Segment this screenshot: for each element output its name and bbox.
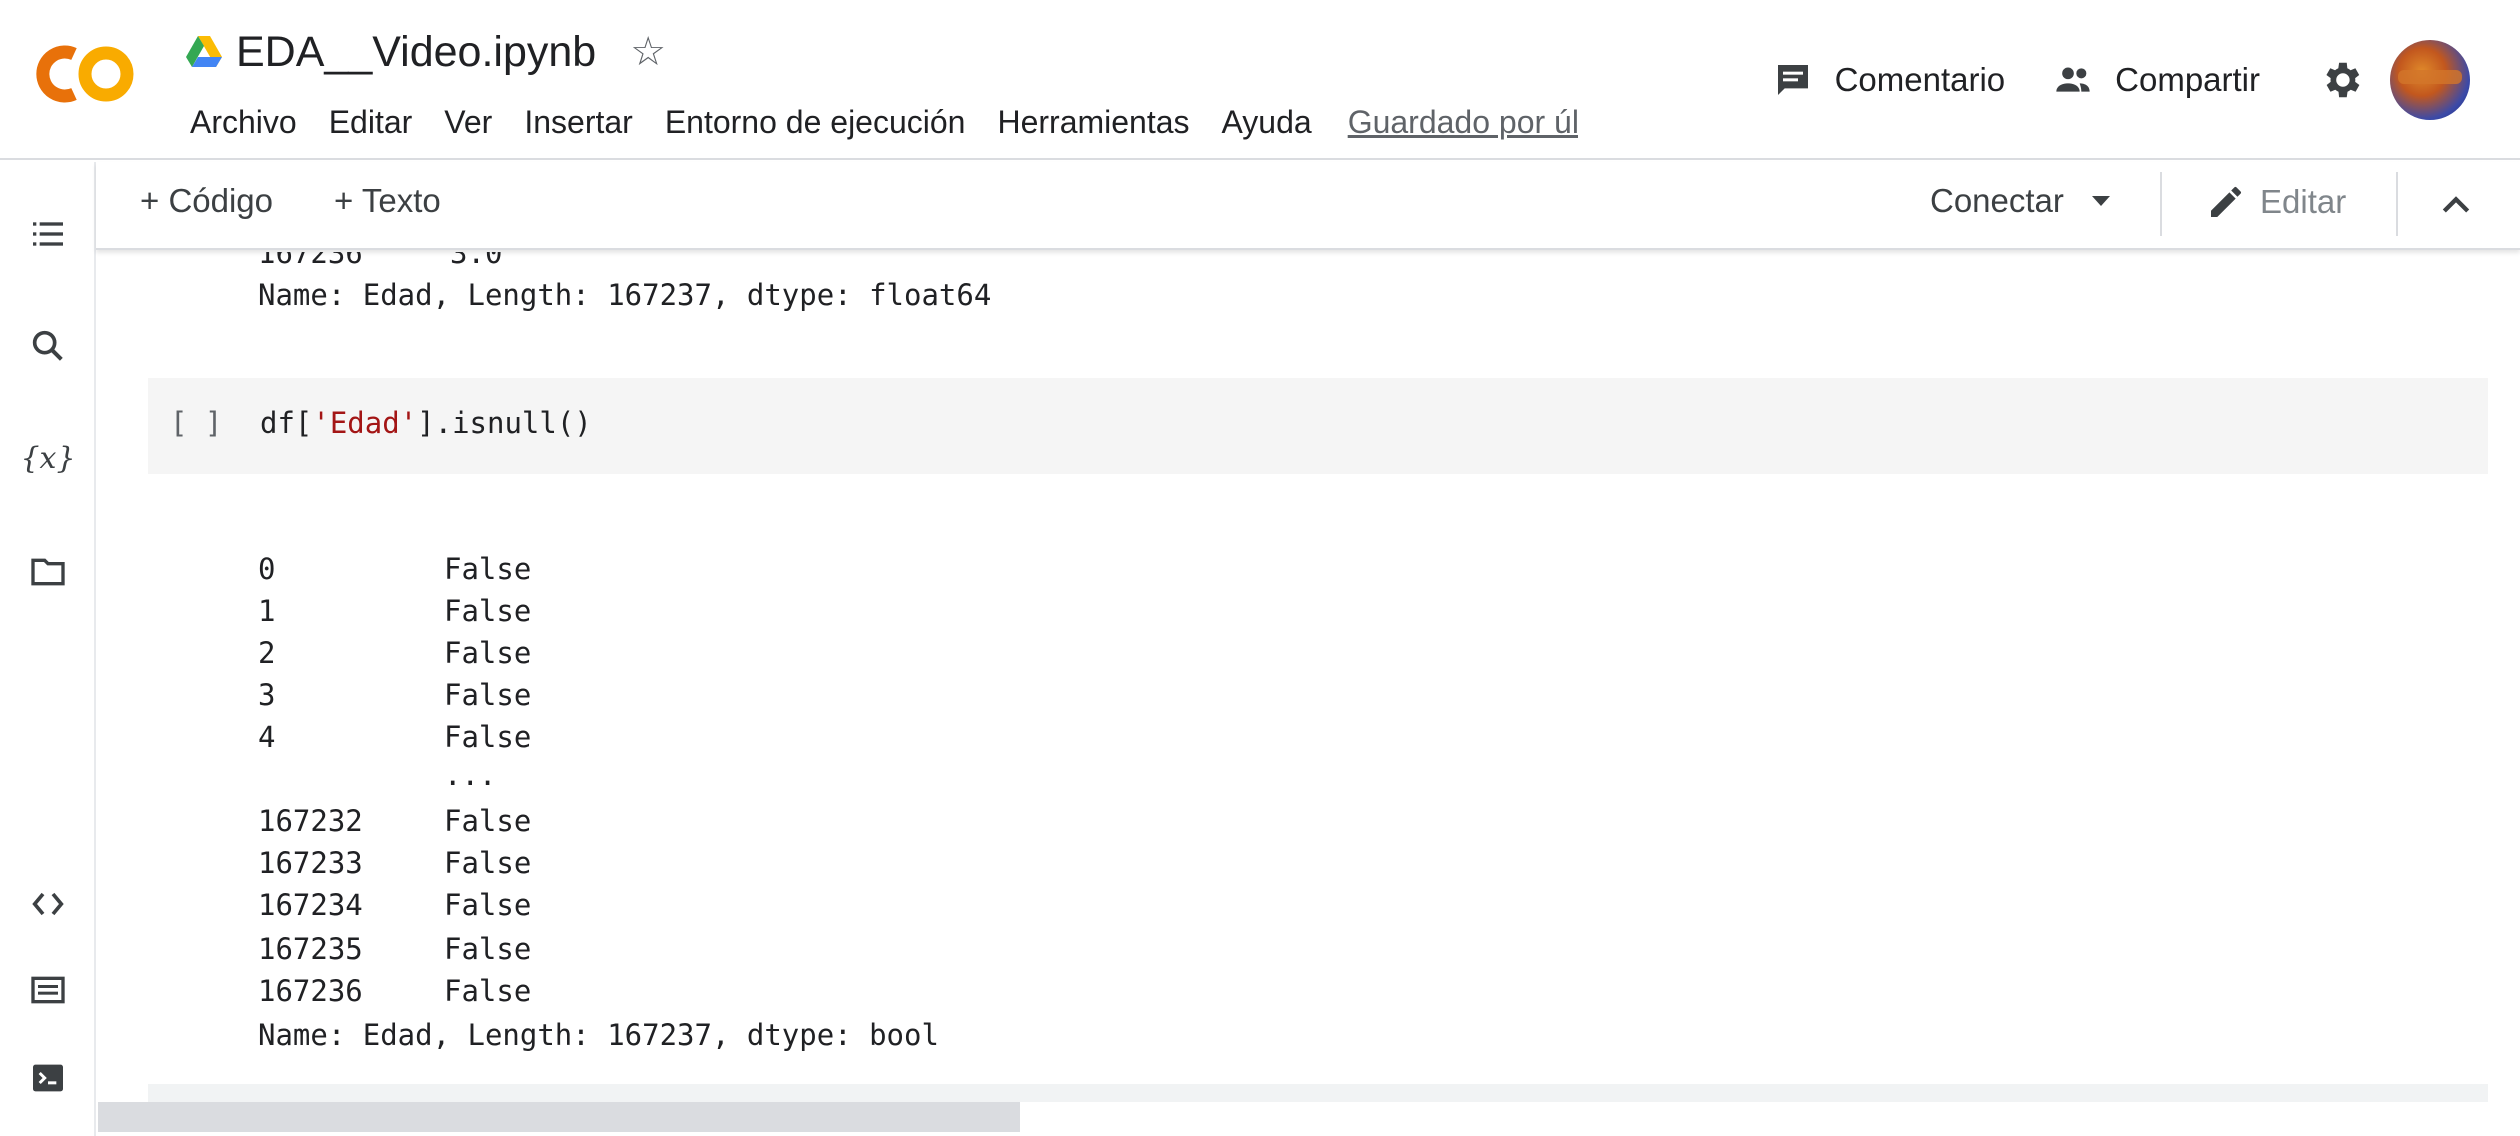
output-row: 167233 False — [258, 846, 531, 880]
output-ellipsis-row: ... — [258, 758, 496, 792]
star-icon[interactable]: ☆ — [630, 29, 666, 75]
menu-herramientas[interactable]: Herramientas — [981, 104, 1205, 141]
next-cell-preview[interactable] — [148, 1084, 2488, 1102]
people-icon — [2056, 67, 2090, 92]
folder-svg — [31, 558, 65, 586]
prev-output-row: 167236 3.0 — [258, 252, 503, 270]
row-value: False — [444, 932, 532, 966]
cell-run-button[interactable]: [ ] — [170, 406, 222, 440]
gear-icon[interactable] — [2318, 57, 2364, 103]
row-value: False — [444, 552, 532, 586]
output-row: 167232 False — [258, 804, 531, 838]
row-index: 4 — [258, 720, 276, 754]
row-value: False — [444, 846, 532, 880]
output-summary: Name: Edad, Length: 167237, dtype: bool — [258, 1018, 939, 1052]
notebook-toolbar: + Código + Texto Conectar Editar — [96, 162, 2520, 250]
last-saved-link[interactable]: Guardado por últ — [1328, 104, 1578, 141]
toolbar-divider — [2160, 172, 2162, 236]
toolbar-divider — [2396, 172, 2398, 236]
row-value: False — [444, 974, 532, 1008]
row-index: 167235 — [258, 932, 363, 966]
cell-code[interactable]: df['Edad'].isnull() — [260, 406, 592, 440]
row-index: 167232 — [258, 804, 363, 838]
command-palette-icon[interactable] — [26, 968, 70, 1012]
row-value: ... — [444, 758, 497, 792]
document-title-area: EDA__Video.ipynb ☆ — [186, 24, 666, 80]
connect-label: Conectar — [1930, 182, 2064, 219]
command-palette-svg — [31, 976, 65, 1004]
folder-icon[interactable] — [26, 550, 70, 594]
row-index: 0 — [258, 552, 276, 586]
row-value: False — [444, 636, 532, 670]
row-value: False — [444, 888, 532, 922]
comment-label: Comentario — [1834, 61, 2006, 98]
row-value: False — [444, 678, 532, 712]
header-actions: Comentario Compartir — [1749, 30, 2520, 130]
terminal-icon[interactable] — [26, 1056, 70, 1100]
table-of-contents-icon[interactable] — [26, 212, 70, 256]
drive-icon — [186, 36, 222, 67]
pencil-icon — [2211, 186, 2241, 217]
menu-editar[interactable]: Editar — [313, 104, 429, 141]
menu-insertar[interactable]: Insertar — [508, 104, 648, 141]
code-cell[interactable]: [ ] df['Edad'].isnull() — [148, 378, 2488, 474]
horizontal-scrollbar[interactable] — [98, 1102, 1020, 1132]
output-row: 1 False — [258, 594, 531, 628]
code-snippets-icon[interactable] — [26, 882, 70, 926]
connect-button[interactable]: Conectar — [1930, 182, 2112, 220]
left-sidebar: {x} — [0, 162, 96, 1136]
dropdown-arrow-icon[interactable] — [2090, 194, 2112, 208]
row-value: False — [444, 804, 532, 838]
table-of-contents-svg — [33, 222, 63, 246]
output-row: 167234 False — [258, 888, 531, 922]
output-row: 0 False — [258, 552, 531, 586]
output-row: 167235 False — [258, 932, 531, 966]
terminal-svg — [33, 1064, 63, 1092]
edit-label: Editar — [2260, 183, 2347, 220]
output-row: 4 False — [258, 720, 531, 754]
share-label: Compartir — [2115, 61, 2260, 98]
code-part: ].isnull() — [417, 406, 592, 440]
chevron-up-icon[interactable] — [2436, 186, 2476, 226]
search-svg — [32, 330, 63, 361]
row-index: 3 — [258, 678, 276, 712]
row-index: 167234 — [258, 888, 363, 922]
row-value: False — [444, 594, 532, 628]
row-value: False — [444, 720, 532, 754]
comment-icon — [1777, 65, 1808, 95]
add-text-button[interactable]: + Texto — [334, 182, 441, 220]
row-index: 167236 — [258, 974, 363, 1008]
menu-ver[interactable]: Ver — [428, 104, 508, 141]
colab-logo[interactable] — [30, 34, 140, 114]
notebook-content[interactable]: 167236 3.0 Name: Edad, Length: 167237, d… — [98, 252, 2494, 1136]
menu-bar: Archivo Editar Ver Insertar Entorno de e… — [174, 96, 1578, 148]
variables-icon[interactable]: {x} — [20, 436, 75, 480]
row-index: 2 — [258, 636, 276, 670]
output-row: 2 False — [258, 636, 531, 670]
code-part: df[ — [260, 406, 313, 440]
output-row: 3 False — [258, 678, 531, 712]
code-string-literal: 'Edad' — [312, 406, 418, 440]
notebook-title[interactable]: EDA__Video.ipynb — [236, 28, 596, 77]
prev-output-summary: Name: Edad, Length: 167237, dtype: float… — [258, 278, 992, 312]
share-button[interactable]: Compartir — [2029, 60, 2284, 100]
edit-button[interactable]: Editar — [2206, 182, 2346, 222]
menu-entorno[interactable]: Entorno de ejecución — [649, 104, 982, 141]
output-row: 167236 False — [258, 974, 531, 1008]
avatar[interactable] — [2390, 40, 2470, 120]
row-index: 1 — [258, 594, 276, 628]
menu-ayuda[interactable]: Ayuda — [1206, 104, 1328, 141]
code-snippets-svg — [32, 892, 64, 916]
app-header: EDA__Video.ipynb ☆ Archivo Editar Ver In… — [0, 0, 2520, 160]
comment-button[interactable]: Comentario — [1749, 60, 2030, 100]
add-code-button[interactable]: + Código — [140, 182, 273, 220]
search-icon[interactable] — [26, 324, 70, 368]
row-index: 167233 — [258, 846, 363, 880]
menu-archivo[interactable]: Archivo — [174, 104, 313, 141]
